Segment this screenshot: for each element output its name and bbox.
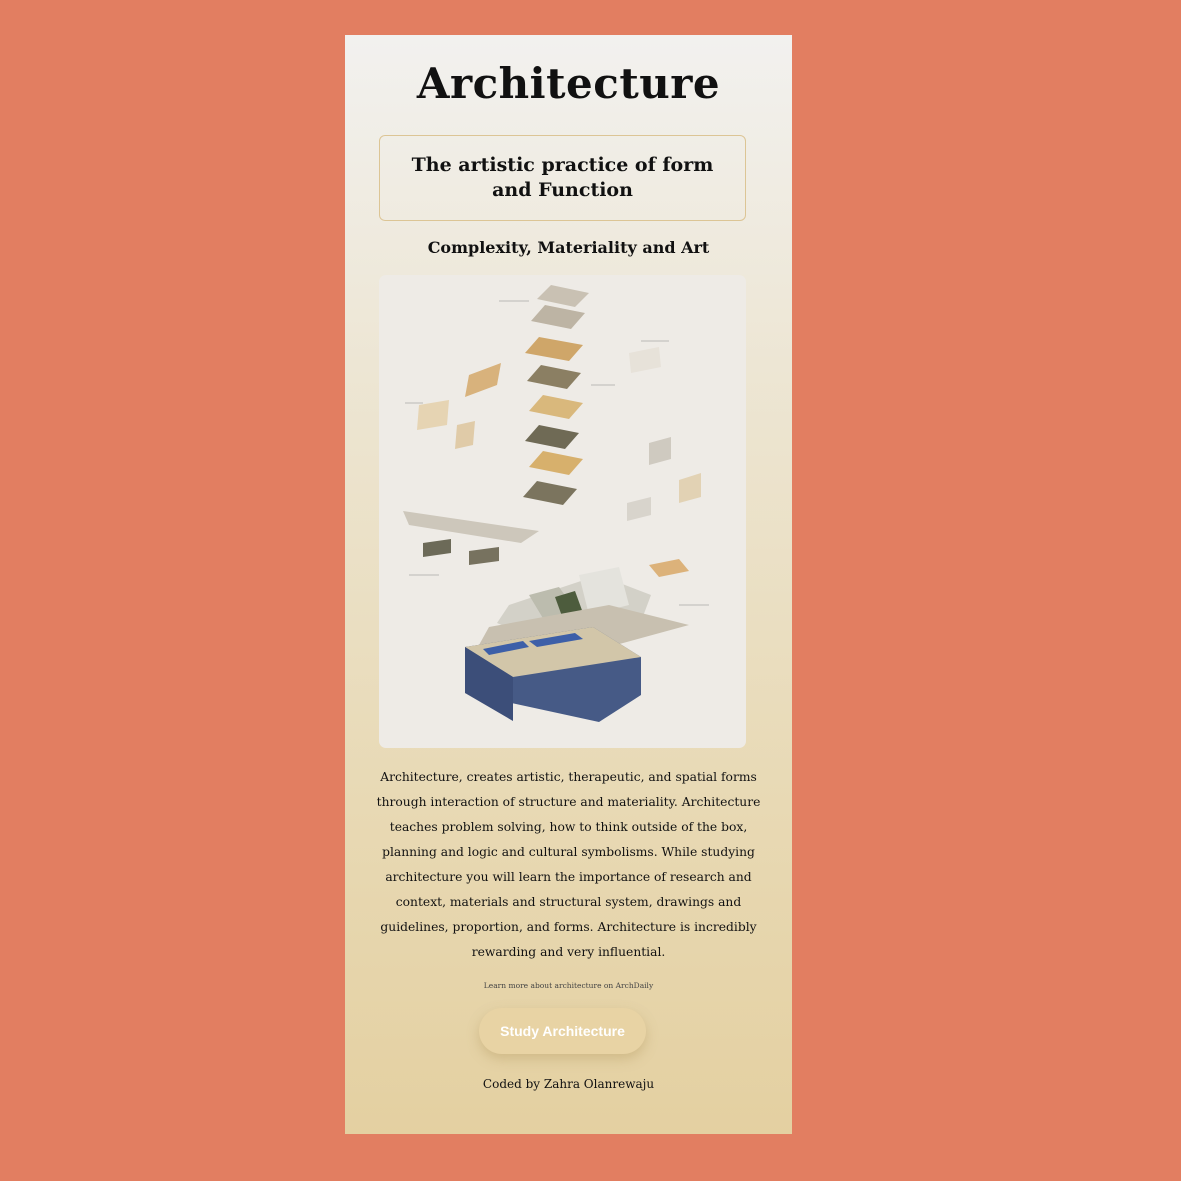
tagline: Complexity, Materiality and Art [427, 238, 710, 257]
architecture-diagram-illustration [403, 285, 709, 722]
subtitle-box: The artistic practice of form and Functi… [379, 135, 746, 221]
exploded-axonometric-image [379, 275, 746, 748]
description-paragraph: Architecture, creates artistic, therapeu… [376, 770, 761, 959]
subtitle-text: The artistic practice of form and Functi… [411, 154, 714, 201]
study-architecture-button[interactable]: Study Architecture [479, 1008, 646, 1054]
footer-credit: Coded by Zahra Olanrewaju [482, 1077, 655, 1091]
archdaily-link[interactable]: Learn more about architecture on ArchDai… [345, 981, 792, 990]
page-title: Architecture [416, 59, 721, 108]
content-card: Architecture The artistic practice of fo… [345, 35, 792, 1134]
